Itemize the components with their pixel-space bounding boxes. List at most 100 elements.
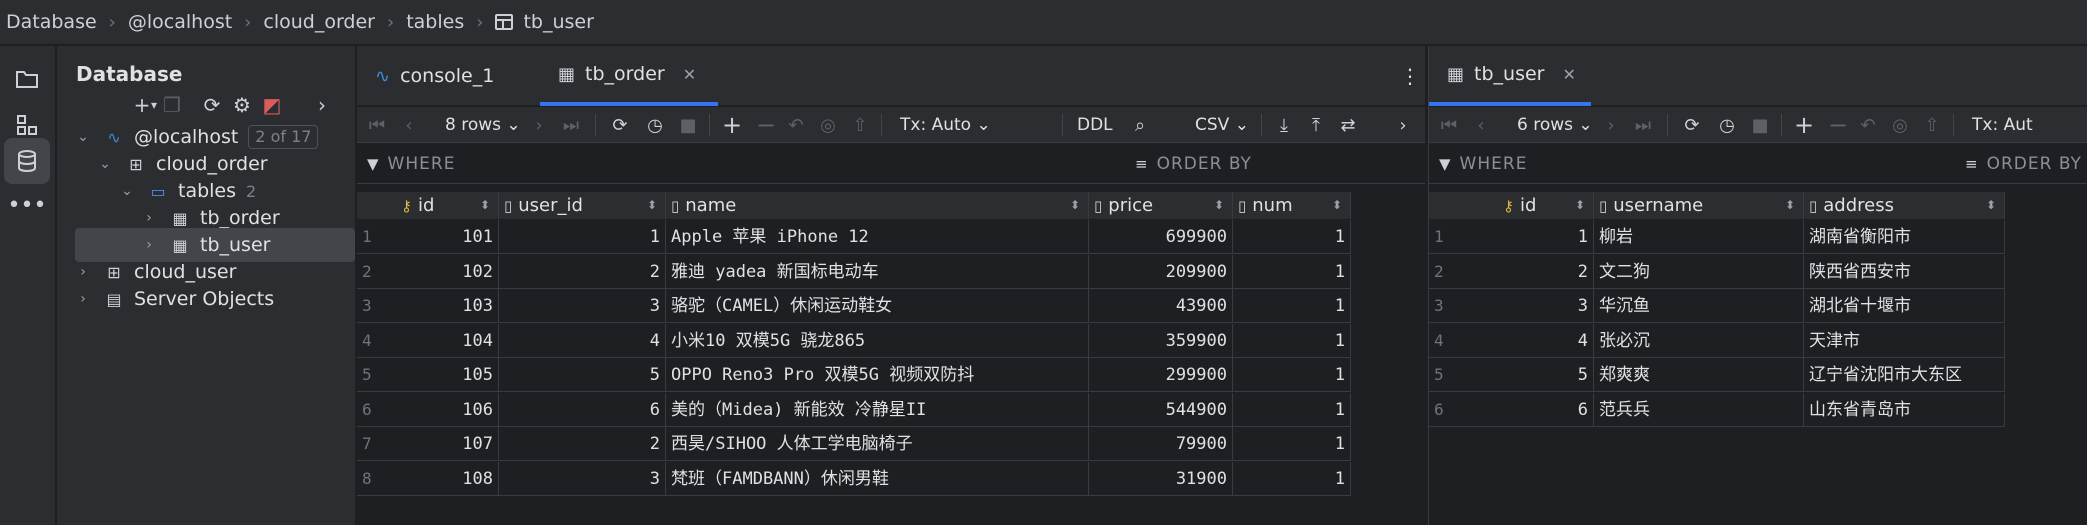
cell-price[interactable]: 43900 <box>1089 289 1233 323</box>
cell-name[interactable]: 小米10 双模5G 骁龙865 <box>666 323 1089 358</box>
cell-id[interactable]: 105 <box>396 358 499 392</box>
where-filter[interactable]: ▼ WHERE <box>1439 144 1527 184</box>
cell-id[interactable]: 104 <box>396 323 499 358</box>
cell-num[interactable]: 1 <box>1233 323 1351 358</box>
cell-name[interactable]: 骆驼（CAMEL）休闲运动鞋女 <box>666 289 1089 323</box>
cell-price[interactable]: 209900 <box>1089 254 1233 289</box>
cell-id[interactable]: 103 <box>396 289 499 323</box>
breadcrumb-item[interactable]: tb_user <box>523 11 593 33</box>
table-row[interactable]: 3 103 3 骆驼（CAMEL）休闲运动鞋女 43900 1 <box>357 289 1351 323</box>
breadcrumb-item[interactable]: Database <box>6 11 97 33</box>
tab-tb-user[interactable]: ▦ tb_user ✕ <box>1429 46 1591 106</box>
cell-address[interactable]: 湖南省衡阳市 <box>1804 220 2005 254</box>
cell-price[interactable]: 359900 <box>1089 323 1233 358</box>
transaction-mode-selector[interactable]: Tx: Aut <box>1972 107 2033 143</box>
cell-user-id[interactable]: 4 <box>499 323 666 358</box>
previous-page-icon[interactable]: ‹ <box>1469 107 1493 143</box>
cell-id[interactable]: 4 <box>1468 323 1594 358</box>
column-header-user-id[interactable]: ▯ user_id ⬍ <box>499 192 666 219</box>
more-icon[interactable]: ••• <box>4 182 50 228</box>
cell-username[interactable]: 郑爽爽 <box>1594 358 1804 392</box>
order-by-filter[interactable]: ≡ ORDER BY <box>1965 144 2082 184</box>
cell-id[interactable]: 1 <box>1468 220 1594 254</box>
cell-num[interactable]: 1 <box>1233 461 1351 496</box>
settings-icon[interactable]: ⚙ <box>227 85 257 125</box>
tab-console-1[interactable]: ∿ console_1 <box>357 46 512 106</box>
folder-icon[interactable] <box>4 56 50 102</box>
chevron-right-icon[interactable]: › <box>75 264 91 280</box>
submit-icon[interactable]: ⇧ <box>845 107 875 143</box>
cell-price[interactable]: 544900 <box>1089 392 1233 427</box>
add-row-icon[interactable]: + <box>717 107 747 143</box>
search-icon[interactable]: ⌕ <box>1125 107 1155 143</box>
cell-user-id[interactable]: 2 <box>499 254 666 289</box>
preview-icon[interactable]: ◎ <box>1885 107 1915 143</box>
chevron-down-icon[interactable]: ⌄ <box>97 156 113 172</box>
cell-num[interactable]: 1 <box>1233 220 1351 254</box>
table-row[interactable]: 6 106 6 美的（Midea) 新能效 冷静星II 544900 1 <box>357 392 1351 427</box>
cell-num[interactable]: 1 <box>1233 358 1351 392</box>
export-format-selector[interactable]: CSV ⌄ <box>1195 107 1249 143</box>
table-row[interactable]: 4 4 张必沉 天津市 <box>1429 323 2005 358</box>
cell-id[interactable]: 106 <box>396 392 499 427</box>
row-count-selector[interactable]: 6 rows ⌄ <box>1517 107 1593 143</box>
cell-user-id[interactable]: 3 <box>499 461 666 496</box>
submit-icon[interactable]: ⇧ <box>1917 107 1947 143</box>
cell-name[interactable]: 美的（Midea) 新能效 冷静星II <box>666 392 1089 427</box>
cell-id[interactable]: 6 <box>1468 392 1594 427</box>
close-icon[interactable]: ✕ <box>683 65 696 84</box>
delete-row-icon[interactable]: − <box>1823 107 1853 143</box>
tree-node-server-objects[interactable]: › ▤ Server Objects <box>57 282 355 316</box>
stop-icon[interactable]: ■ <box>1745 107 1775 143</box>
copy-icon[interactable]: ❐ <box>157 85 187 125</box>
cell-name[interactable]: 梵班（FAMDBANN）休闲男鞋 <box>666 461 1089 496</box>
cell-user-id[interactable]: 5 <box>499 358 666 392</box>
table-row[interactable]: 5 105 5 OPPO Reno3 Pro 双模5G 视频双防抖 299900 1 <box>357 358 1351 392</box>
table-row[interactable]: 1 101 1 Apple 苹果 iPhone 12 699900 1 <box>357 220 1351 254</box>
where-filter[interactable]: ▼ WHERE <box>367 144 455 184</box>
sort-icon[interactable]: ⬍ <box>647 192 657 219</box>
cell-address[interactable]: 辽宁省沈阳市大东区 <box>1804 358 2005 392</box>
table-row[interactable]: 8 108 3 梵班（FAMDBANN）休闲男鞋 31900 1 <box>357 461 1351 496</box>
cell-user-id[interactable]: 2 <box>499 427 666 461</box>
cell-name[interactable]: OPPO Reno3 Pro 双模5G 视频双防抖 <box>666 358 1089 392</box>
breadcrumb-item[interactable]: @localhost <box>128 11 232 33</box>
next-page-icon[interactable]: › <box>1599 107 1623 143</box>
refresh-icon[interactable]: ⟳ <box>1677 107 1707 143</box>
next-page-icon[interactable]: › <box>527 107 551 143</box>
table-row[interactable]: 3 3 华沉鱼 湖北省十堰市 <box>1429 289 2005 323</box>
cell-username[interactable]: 华沉鱼 <box>1594 289 1804 323</box>
revert-icon[interactable]: ↶ <box>1853 107 1883 143</box>
column-header-num[interactable]: ▯ num ⬍ <box>1233 192 1351 219</box>
breadcrumb-item[interactable]: tables <box>406 11 464 33</box>
table-row[interactable]: 6 6 范兵兵 山东省青岛市 <box>1429 392 2005 427</box>
cell-user-id[interactable]: 6 <box>499 392 666 427</box>
cell-address[interactable]: 陕西省西安市 <box>1804 254 2005 289</box>
cell-id[interactable]: 108 <box>396 461 499 496</box>
add-row-icon[interactable]: + <box>1789 107 1819 143</box>
cell-num[interactable]: 1 <box>1233 289 1351 323</box>
cell-username[interactable]: 文二狗 <box>1594 254 1804 289</box>
preview-icon[interactable]: ◎ <box>813 107 843 143</box>
delete-row-icon[interactable]: − <box>751 107 781 143</box>
column-header-price[interactable]: ▯ price ⬍ <box>1089 192 1233 219</box>
chevron-down-icon[interactable]: ⌄ <box>75 129 91 145</box>
column-header-username[interactable]: ▯ username ⬍ <box>1594 192 1804 219</box>
cell-address[interactable]: 湖北省十堰市 <box>1804 289 2005 323</box>
first-page-icon[interactable]: ⏮ <box>1437 107 1461 143</box>
refresh-icon[interactable]: ⟳ <box>197 85 227 125</box>
cell-name[interactable]: 西昊/SIHOO 人体工学电脑椅子 <box>666 427 1089 461</box>
upload-icon[interactable]: ⤒ <box>1301 107 1331 143</box>
table-row[interactable]: 7 107 2 西昊/SIHOO 人体工学电脑椅子 79900 1 <box>357 427 1351 461</box>
cell-address[interactable]: 山东省青岛市 <box>1804 392 2005 427</box>
cell-user-id[interactable]: 1 <box>499 220 666 254</box>
first-page-icon[interactable]: ⏮ <box>365 107 389 143</box>
sort-icon[interactable]: ⬍ <box>1986 192 1996 219</box>
chevron-down-icon[interactable]: ⌄ <box>119 183 135 199</box>
disconnect-icon[interactable]: ◩ <box>257 85 287 125</box>
chevron-right-icon[interactable]: › <box>307 85 337 125</box>
cell-name[interactable]: 雅迪 yadea 新国标电动车 <box>666 254 1089 289</box>
cell-id[interactable]: 101 <box>396 220 499 254</box>
order-by-filter[interactable]: ≡ ORDER BY <box>1135 144 1252 184</box>
table-row[interactable]: 1 1 柳岩 湖南省衡阳市 <box>1429 220 2005 254</box>
